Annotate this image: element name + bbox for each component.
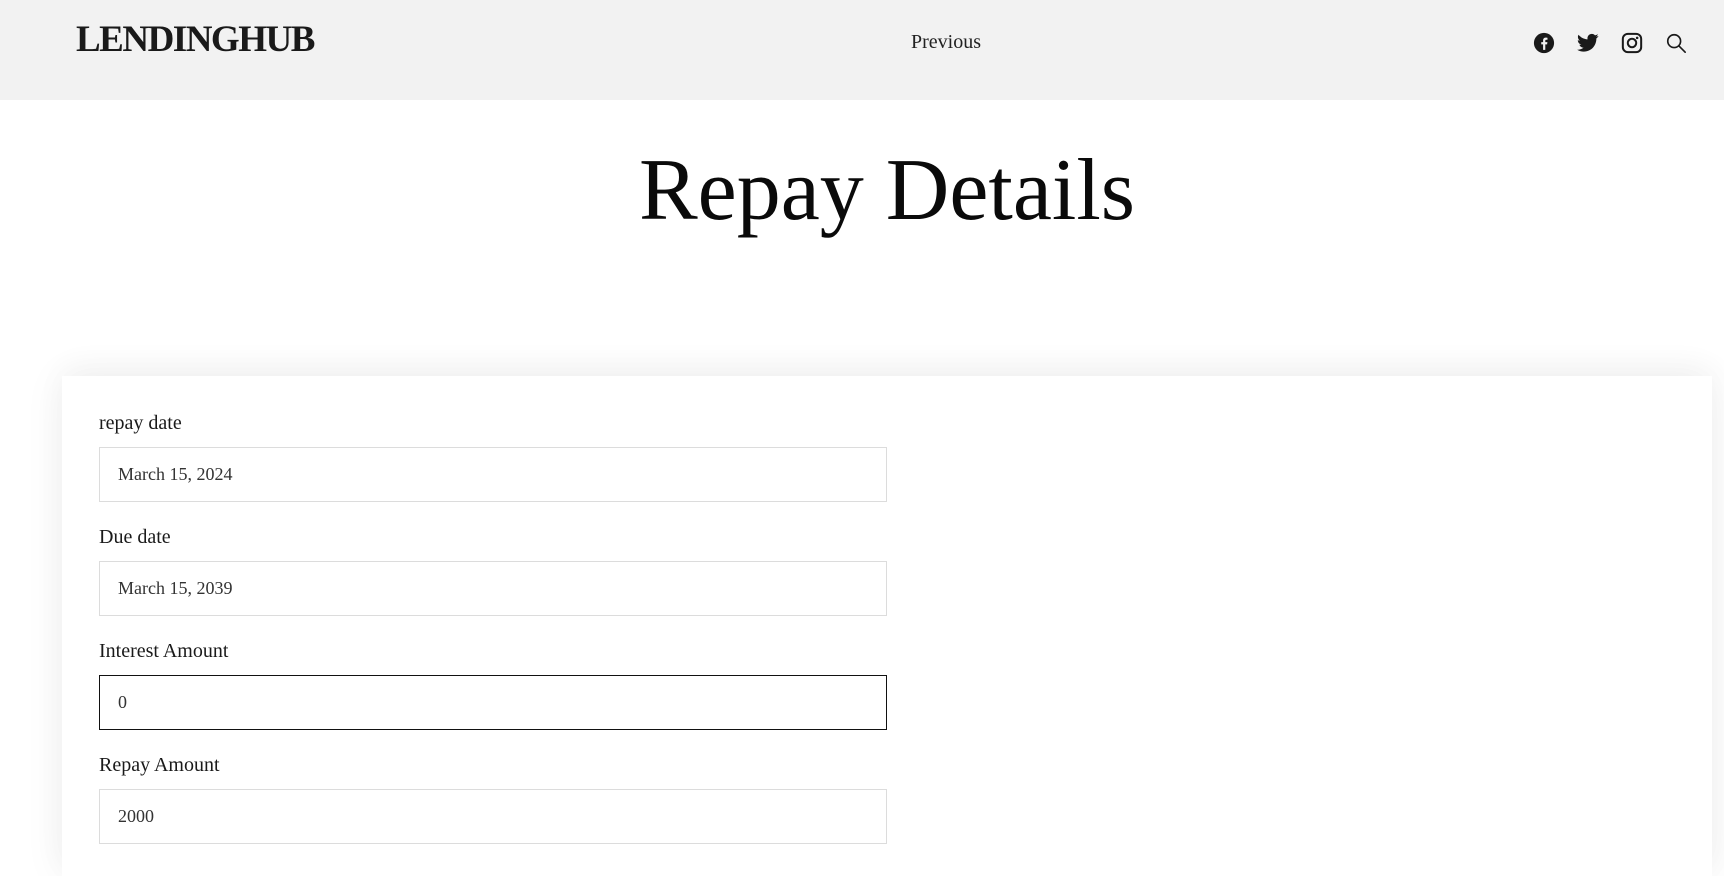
twitter-icon[interactable] xyxy=(1575,30,1601,56)
page-title: Repay Details xyxy=(638,142,1136,239)
repay-date-field[interactable] xyxy=(99,447,887,502)
repay-amount-field[interactable] xyxy=(99,789,887,844)
site-logo[interactable]: LENDINGHUB xyxy=(76,18,315,61)
repay-date-label: repay date xyxy=(99,412,182,434)
nav-previous-link[interactable]: Previous xyxy=(911,31,981,54)
repay-form-card: repay date Due date Interest Amount Repa… xyxy=(62,376,1712,876)
interest-amount-label: Interest Amount xyxy=(99,640,229,662)
site-header: LENDINGHUB Previous xyxy=(0,0,1724,100)
search-icon[interactable] xyxy=(1663,30,1689,56)
interest-amount-field[interactable] xyxy=(99,675,887,730)
repay-amount-label: Repay Amount xyxy=(99,754,220,776)
due-date-field[interactable] xyxy=(99,561,887,616)
instagram-icon[interactable] xyxy=(1619,30,1645,56)
facebook-icon[interactable] xyxy=(1531,30,1557,56)
due-date-label: Due date xyxy=(99,526,171,548)
